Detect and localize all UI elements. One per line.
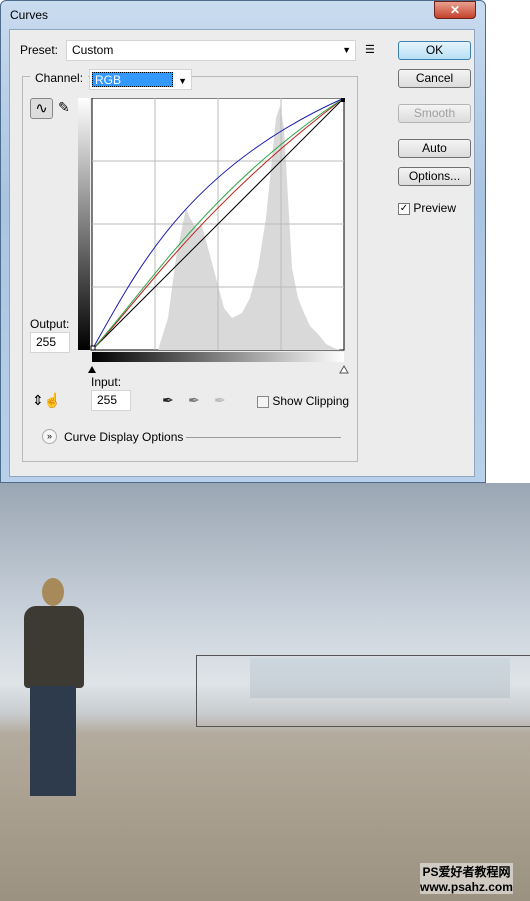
input-label: Input:	[91, 375, 122, 389]
preset-options-icon[interactable]: ☰	[365, 43, 375, 56]
show-clipping-checkbox[interactable]: Show Clipping	[257, 394, 349, 408]
window-title: Curves	[10, 8, 49, 22]
channel-value: RGB	[92, 72, 173, 87]
output-label: Output:	[30, 317, 70, 331]
auto-button[interactable]: Auto	[398, 139, 471, 158]
gray-eyedropper-icon[interactable]: ✒	[188, 392, 200, 409]
output-gradient	[78, 98, 90, 350]
black-eyedropper-icon[interactable]: ✒	[162, 392, 174, 409]
person-figure	[20, 578, 88, 798]
show-clipping-label: Show Clipping	[272, 394, 350, 408]
chevron-down-icon: ▼	[178, 76, 187, 86]
cancel-button[interactable]: Cancel	[398, 69, 471, 88]
expand-chevron-icon[interactable]: »	[42, 429, 57, 444]
smooth-button[interactable]: Smooth	[398, 104, 471, 123]
preset-value: Custom	[72, 43, 114, 57]
checkbox-box	[257, 395, 269, 408]
channel-select[interactable]: RGB ▼	[89, 69, 192, 90]
output-field[interactable]: 255	[30, 332, 70, 353]
options-button[interactable]: Options...	[398, 167, 471, 186]
background-photo: PS爱好者教程网 www.psahz.com	[0, 483, 530, 901]
chevron-down-icon: ▼	[342, 45, 351, 55]
preset-label: Preset:	[20, 43, 59, 57]
input-field[interactable]: 255	[91, 390, 131, 411]
ok-button[interactable]: OK	[398, 41, 471, 60]
input-gradient	[92, 352, 344, 362]
close-button[interactable]: ✕	[434, 1, 476, 19]
curves-graph[interactable]	[78, 98, 350, 380]
white-eyedropper-icon[interactable]: ✒	[214, 392, 226, 409]
preview-checkbox[interactable]: ✓ Preview	[398, 201, 456, 215]
watermark: PS爱好者教程网 www.psahz.com	[420, 863, 513, 894]
pencil-icon[interactable]: ✎	[58, 99, 70, 116]
transform-bounding-box[interactable]	[196, 655, 530, 727]
watermark-line1: PS爱好者教程网	[422, 865, 511, 879]
target-adjust-hand-icon[interactable]: ⇕☝	[32, 392, 61, 409]
divider	[186, 437, 341, 438]
curves-dialog: Curves ✕ Preset: Custom ▼ ☰ OK Cancel Sm…	[0, 0, 486, 483]
curve-point[interactable]	[341, 98, 345, 102]
curve-point[interactable]	[90, 345, 96, 351]
channel-label: Channel:	[30, 71, 89, 85]
black-point-slider[interactable]	[88, 366, 96, 373]
watermark-line2: www.psahz.com	[420, 880, 513, 894]
white-point-slider[interactable]	[339, 364, 349, 374]
curve-tool-icon[interactable]: ∿	[30, 98, 53, 119]
preview-label: Preview	[413, 201, 457, 215]
dialog-body: Preset: Custom ▼ ☰ OK Cancel Smooth Auto…	[9, 29, 475, 477]
preset-select[interactable]: Custom ▼	[66, 40, 356, 61]
check-icon: ✓	[398, 202, 410, 215]
close-icon: ✕	[449, 3, 461, 17]
curve-display-options-label[interactable]: Curve Display Options	[64, 430, 183, 444]
